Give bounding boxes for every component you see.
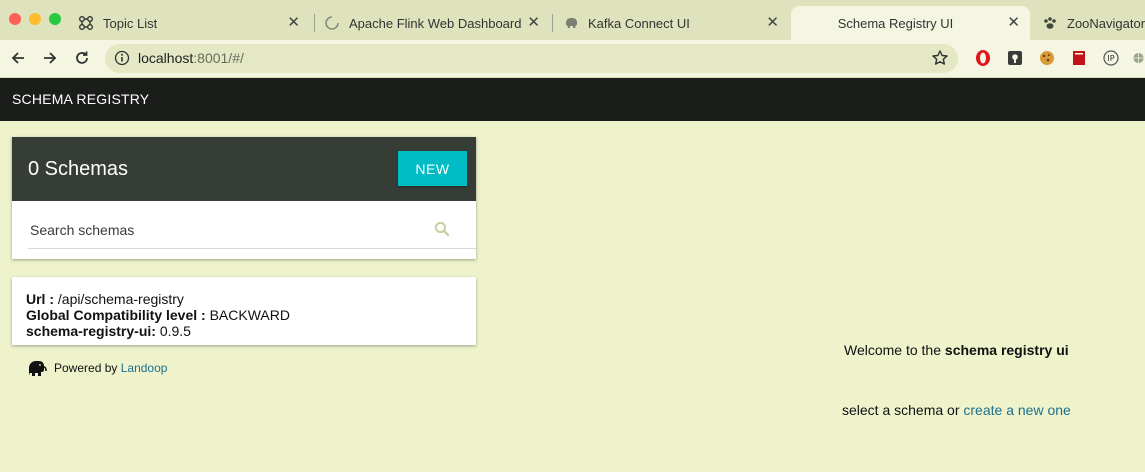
powered-text: Powered by [54, 361, 118, 375]
paw-icon [1042, 15, 1058, 31]
tab-flink-dashboard[interactable]: Apache Flink Web Dashboard ✕ [324, 6, 550, 40]
version-label: schema-registry-ui: [26, 323, 156, 339]
welcome-message: Welcome to the schema registry ui [844, 342, 1069, 358]
url-path: :8001/#/ [193, 50, 244, 66]
landoop-link[interactable]: Landoop [121, 361, 168, 375]
url-text[interactable]: localhost:8001/#/ [138, 50, 244, 66]
tab-label: Apache Flink Web Dashboard [349, 15, 522, 31]
keyhole-icon[interactable] [1006, 49, 1024, 67]
close-icon[interactable]: ✕ [1007, 15, 1020, 31]
svg-text:IP: IP [1107, 54, 1114, 63]
compat-value: BACKWARD [205, 307, 290, 323]
schemas-card-header: 0 Schemas NEW [12, 137, 476, 201]
tab-divider [552, 14, 553, 32]
opera-icon[interactable] [974, 49, 992, 67]
tab-schema-registry[interactable]: Schema Registry UI ✕ [791, 6, 1030, 40]
close-icon[interactable]: ✕ [766, 15, 779, 31]
loading-icon [324, 15, 340, 31]
url-host: localhost [138, 50, 194, 66]
forward-arrow-icon[interactable] [40, 48, 60, 68]
bookmark-star-icon[interactable] [931, 49, 949, 72]
cookie-icon[interactable] [1038, 49, 1056, 67]
reload-icon[interactable] [72, 48, 92, 68]
create-new-schema-link[interactable]: create a new one [963, 402, 1070, 418]
book-icon[interactable] [1070, 49, 1088, 67]
info-version-row: schema-registry-ui: 0.9.5 [26, 323, 191, 339]
browser-tab-strip: Topic List ✕ Apache Flink Web Dashboard … [0, 0, 1145, 40]
info-icon[interactable] [114, 50, 130, 71]
minimize-window-button[interactable] [29, 13, 41, 25]
select-schema-hint: select a schema or create a new one [842, 402, 1071, 418]
app-brand[interactable]: SCHEMA REGISTRY [12, 91, 149, 107]
elephant-icon [563, 15, 579, 31]
tab-zoonavigator[interactable]: ZooNavigator [1042, 6, 1145, 40]
url-label: Url : [26, 291, 54, 307]
version-value: 0.9.5 [155, 323, 191, 339]
powered-by: Powered by Landoop [27, 357, 167, 379]
tab-kafka-connect[interactable]: Kafka Connect UI ✕ [563, 6, 789, 40]
grid-icon [78, 15, 94, 31]
search-icon[interactable] [434, 221, 450, 242]
url-value: /api/schema-registry [54, 291, 184, 307]
tab-topic-list[interactable]: Topic List ✕ [78, 6, 310, 40]
search-underline [28, 248, 478, 249]
ip-icon[interactable]: IP [1102, 49, 1120, 67]
address-bar[interactable]: localhost:8001/#/ [105, 44, 958, 73]
select-prefix: select a schema or [842, 402, 964, 418]
tab-label: ZooNavigator [1067, 15, 1145, 31]
info-url-row: Url : /api/schema-registry [26, 291, 184, 307]
back-arrow-icon[interactable] [8, 48, 28, 68]
schemas-card: 0 Schemas NEW [12, 137, 478, 259]
app-navbar: SCHEMA REGISTRY [0, 78, 1145, 121]
welcome-app-name: schema registry ui [944, 342, 1069, 358]
browser-toolbar: localhost:8001/#/ IP [0, 40, 1145, 78]
globe-icon[interactable] [1132, 49, 1145, 67]
new-schema-button[interactable]: NEW [398, 151, 467, 186]
compat-label: Global Compatibility level : [26, 307, 206, 323]
close-icon[interactable]: ✕ [527, 15, 540, 31]
tab-label: Kafka Connect UI [588, 15, 690, 31]
landoop-elephant-icon [27, 358, 47, 378]
search-input[interactable] [28, 221, 440, 239]
close-icon[interactable]: ✕ [287, 15, 300, 31]
info-compat-row: Global Compatibility level : BACKWARD [26, 307, 290, 323]
schema-count: 0 Schemas [28, 158, 129, 180]
tab-label: Schema Registry UI [837, 15, 954, 31]
registry-info-card: Url : /api/schema-registry Global Compat… [12, 277, 476, 345]
tab-label: Topic List [103, 15, 158, 31]
zoom-window-button[interactable] [49, 13, 61, 25]
close-window-button[interactable] [9, 13, 21, 25]
welcome-prefix: Welcome to the [844, 342, 945, 358]
tab-divider [314, 14, 315, 32]
